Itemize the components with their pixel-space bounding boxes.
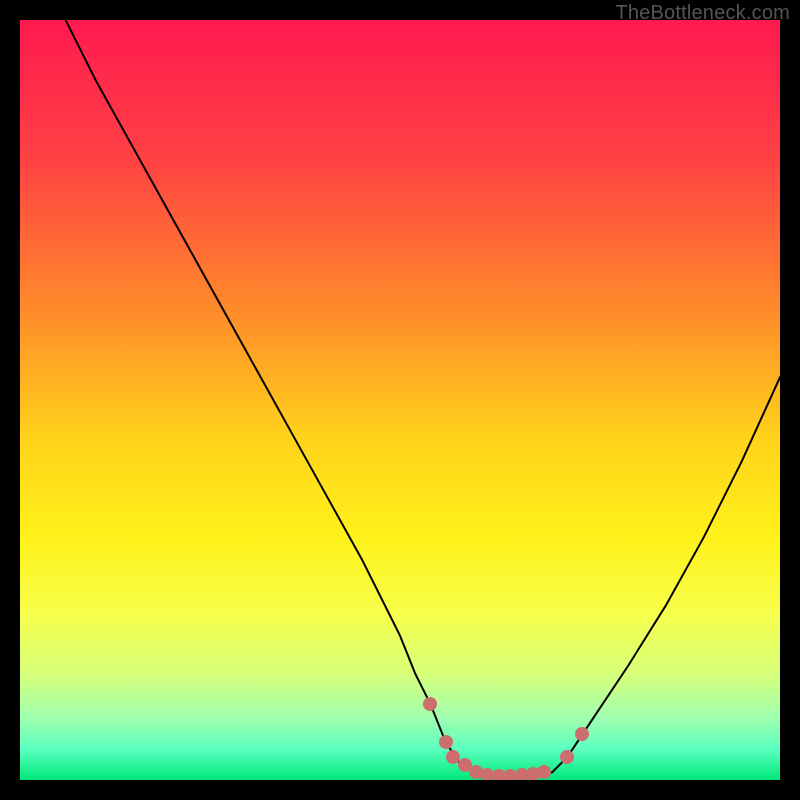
data-marker <box>439 735 453 749</box>
chart-frame: TheBottleneck.com <box>0 0 800 800</box>
bottleneck-curve <box>20 20 780 780</box>
data-marker <box>537 765 551 779</box>
watermark-text: TheBottleneck.com <box>615 2 790 25</box>
data-marker <box>423 697 437 711</box>
data-marker <box>575 727 589 741</box>
data-marker <box>560 750 574 764</box>
plot-area <box>20 20 780 780</box>
